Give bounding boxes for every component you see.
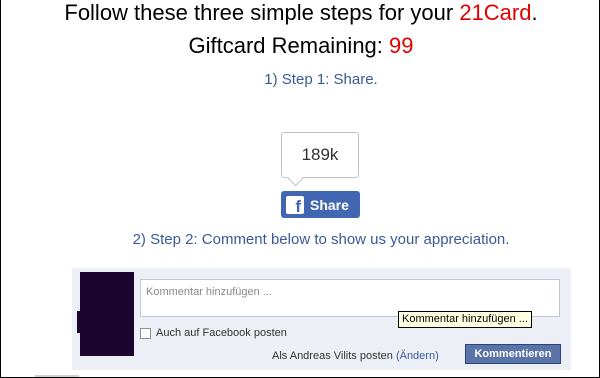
card-name: 21Card	[459, 0, 532, 25]
remaining-count: 99	[389, 33, 414, 58]
remaining-label: Giftcard Remaining:	[188, 33, 390, 58]
headline-prefix: Follow these three simple steps for your	[64, 0, 460, 25]
share-count-value: 189k	[301, 145, 339, 164]
step-1-text: 1) Step 1: Share.	[264, 71, 378, 88]
headline-line-2: Giftcard Remaining: 99	[1, 33, 600, 59]
share-count-bubble: 189k	[281, 132, 359, 178]
facebook-icon: f	[286, 195, 304, 214]
headline-line-1: Follow these three simple steps for your…	[1, 0, 600, 26]
post-to-facebook-option[interactable]: Auch auf Facebook posten	[140, 327, 287, 339]
headline-suffix: .	[531, 0, 538, 25]
facebook-share-button[interactable]: f Share	[281, 191, 360, 218]
post-as-text: Als Andreas Vilits posten	[272, 350, 393, 362]
post-to-facebook-label: Auch auf Facebook posten	[156, 327, 287, 339]
avatar-edge	[77, 311, 81, 333]
avatar	[80, 272, 134, 356]
submit-comment-button[interactable]: Kommentieren	[465, 344, 561, 364]
comment-tooltip: Kommentar hinzufügen ...	[398, 311, 532, 328]
step-2-text: 2) Step 2: Comment below to show us your…	[132, 231, 510, 248]
change-account-link[interactable]: (Ändern)	[396, 350, 439, 362]
bottom-divider	[35, 375, 79, 377]
post-to-facebook-checkbox[interactable]	[140, 327, 151, 339]
share-button-label: Share	[310, 196, 349, 213]
post-as-line: Als Andreas Vilits posten (Ändern)	[272, 350, 439, 362]
